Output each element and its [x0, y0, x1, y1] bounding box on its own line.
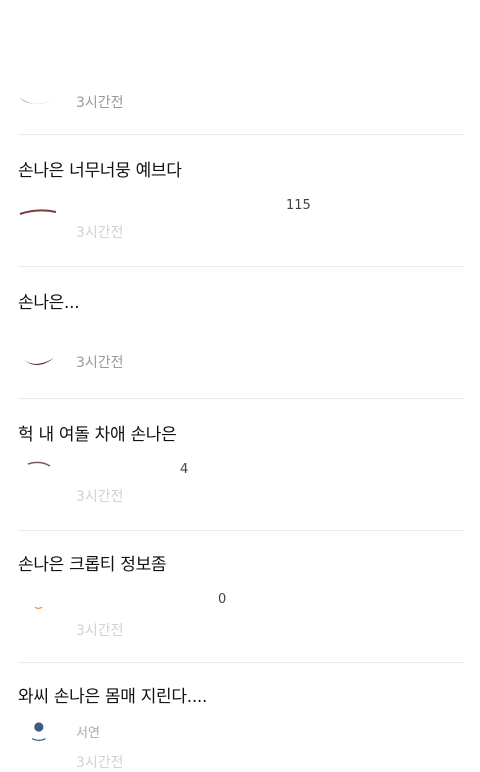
post-item-2[interactable]: 손나은... 3시간전	[18, 266, 464, 398]
author-row: 115 3시간전	[18, 198, 464, 241]
meta-fragment: 서연	[76, 726, 100, 741]
author-row: 4 3시간전	[18, 460, 464, 505]
meta-fragment: 4	[180, 462, 189, 477]
meta-fragment: 115	[286, 198, 311, 213]
post-time: 3시간전	[76, 355, 124, 371]
avatar	[22, 358, 54, 365]
post-time: 3시간전	[76, 225, 124, 241]
avatar	[20, 98, 56, 104]
post-time: 3시간전	[76, 489, 124, 505]
avatar	[31, 722, 46, 741]
post-title[interactable]: 손나은 크롭티 정보좀	[18, 554, 167, 576]
post-item-4[interactable]: 손나은 크롭티 정보좀 0 3시간전	[18, 530, 464, 662]
avatar	[34, 606, 43, 609]
post-title[interactable]: 손나은 너무너뭉 예브다	[18, 160, 182, 182]
post-time: 3시간전	[76, 95, 124, 111]
author-row: 3시간전	[18, 352, 464, 372]
author-row: 0 3시간전	[18, 592, 464, 639]
post-feed: 3시간전 손나은 너무너뭉 예브다 115 3시간전 손나은... 3시간전 헉…	[0, 0, 480, 771]
post-time: 3시간전	[76, 623, 124, 639]
post-item-3[interactable]: 헉 내 여돌 차애 손나은 4 3시간전	[18, 398, 464, 530]
avatar	[27, 461, 51, 467]
author-row: 3시간전	[18, 92, 464, 112]
post-title[interactable]: 헉 내 여돌 차애 손나은	[18, 424, 177, 446]
post-item-1[interactable]: 손나은 너무너뭉 예브다 115 3시간전	[18, 134, 464, 266]
author-row: 서연 3시간전	[18, 722, 464, 771]
post-item-5[interactable]: 와씨 손나은 몸매 지린다.... 서연 3시간전	[18, 662, 464, 771]
avatar	[19, 209, 57, 215]
post-item-0[interactable]: 3시간전	[18, 0, 464, 134]
post-time: 3시간전	[76, 755, 124, 771]
post-title[interactable]: 와씨 손나은 몸매 지린다....	[18, 686, 207, 708]
post-title[interactable]: 손나은...	[18, 292, 80, 314]
meta-fragment: 0	[218, 592, 227, 607]
